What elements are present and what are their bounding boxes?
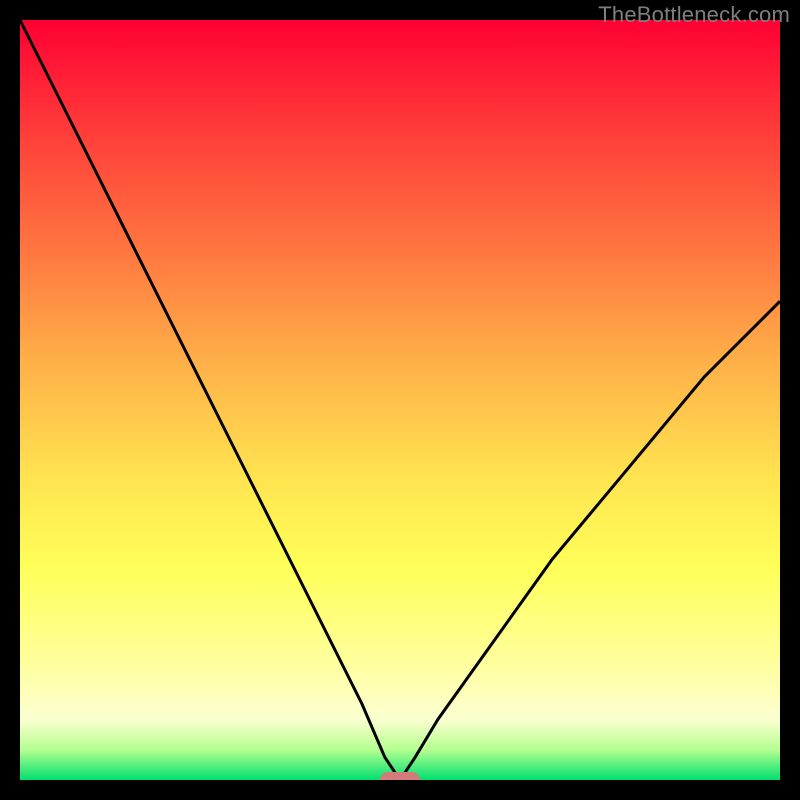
chart-frame: TheBottleneck.com (0, 0, 800, 800)
attribution-text: TheBottleneck.com (598, 2, 790, 28)
plot-area (20, 20, 780, 780)
optimum-marker (380, 772, 420, 780)
bottleneck-curve (20, 20, 780, 780)
